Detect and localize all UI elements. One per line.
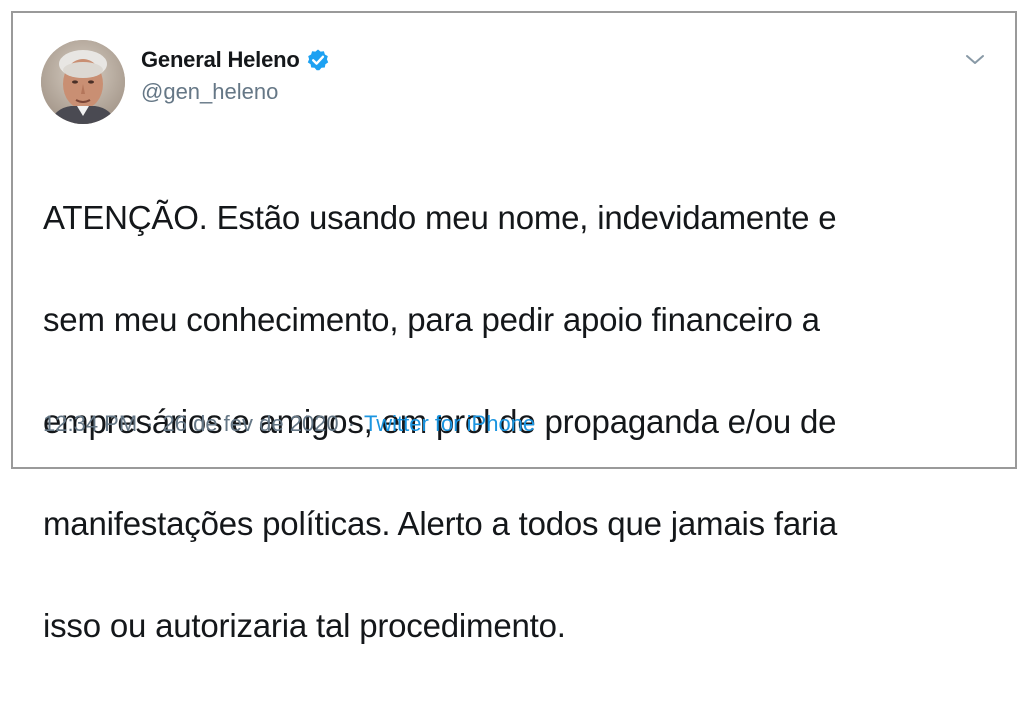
meta-separator: · — [347, 411, 355, 436]
author-name-row[interactable]: General Heleno — [141, 45, 330, 75]
avatar[interactable] — [41, 40, 125, 124]
tweet-text-line: sem meu conhecimento, para pedir apoio f… — [43, 301, 820, 338]
profile-photo-icon — [41, 40, 125, 124]
author-handle[interactable]: @gen_heleno — [141, 79, 278, 105]
tweet-text-line: manifestações políticas. Alerto a todos … — [43, 505, 838, 542]
meta-separator: · — [146, 411, 154, 436]
tweet-text-line: ATENÇÃO. Estão usando meu nome, indevida… — [43, 199, 837, 236]
tweet-card: General Heleno @gen_heleno ATENÇÃO. Estã… — [11, 11, 1017, 644]
chevron-down-icon[interactable] — [961, 47, 989, 71]
tweet-text-line: isso ou autorizaria tal procedimento. — [43, 607, 566, 644]
tweet-date[interactable]: 26 de fev de 2020 — [163, 411, 339, 437]
verified-badge-icon — [306, 48, 330, 72]
tweet-source-link[interactable]: Twitter for iPhone — [364, 411, 535, 437]
tweet-meta: 12:34 PM · 26 de fev de 2020 · Twitter f… — [43, 411, 535, 437]
tweet-time[interactable]: 12:34 PM — [43, 411, 137, 437]
author-display-name[interactable]: General Heleno — [141, 47, 300, 73]
